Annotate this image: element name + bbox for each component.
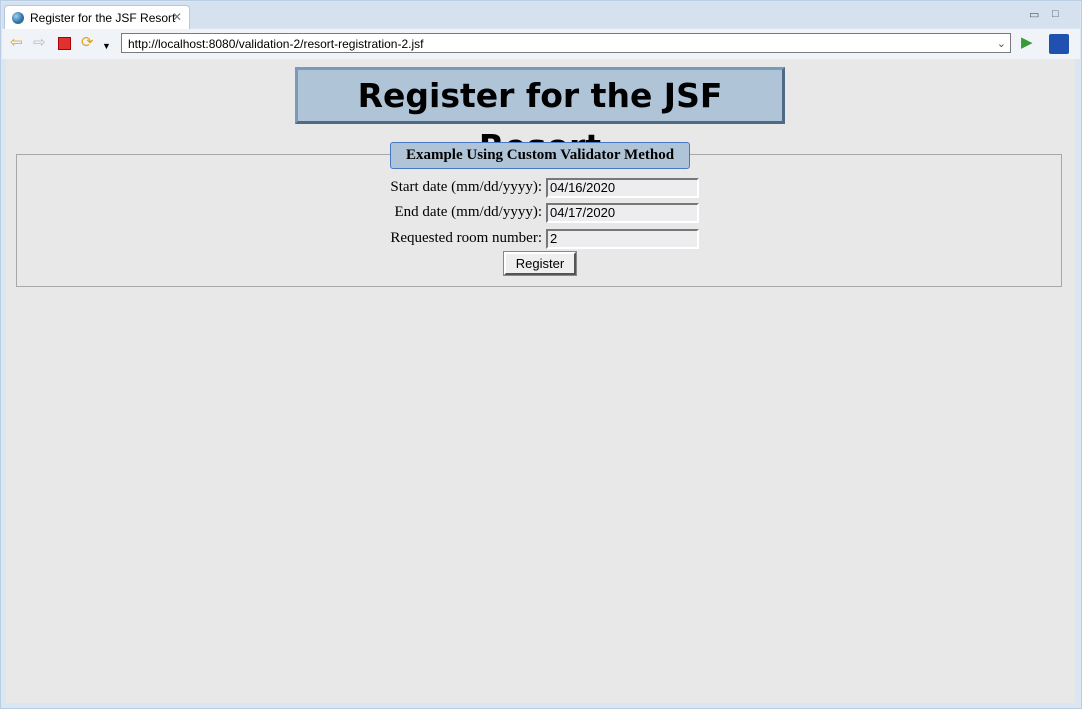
maximize-icon[interactable]: □ — [1052, 8, 1059, 20]
refresh-icon[interactable]: ⟳ — [81, 35, 94, 51]
minimize-icon[interactable]: ▭ — [1029, 8, 1039, 21]
fieldset-legend: Example Using Custom Validator Method — [390, 142, 690, 169]
room-number-label: Requested room number: — [390, 230, 542, 246]
start-date-label: Start date (mm/dd/yyyy): — [390, 179, 542, 195]
page-title: Register for the JSF Resort — [295, 67, 785, 166]
room-number-input[interactable]: 2 — [546, 229, 699, 249]
back-icon[interactable]: ⇦ — [10, 35, 23, 51]
end-date-input[interactable]: 04/17/2020 — [546, 203, 699, 223]
url-text: http://localhost:8080/validation-2/resor… — [128, 37, 424, 51]
tab-bar: Register for the JSF Resort ✕ ▭ □ — [2, 2, 1080, 30]
globe-icon — [12, 12, 24, 24]
forward-icon[interactable]: ⇨ — [33, 35, 46, 51]
browser-tab[interactable]: Register for the JSF Resort ✕ — [4, 5, 190, 30]
end-date-label: End date (mm/dd/yyyy): — [394, 204, 542, 220]
dropdown-icon[interactable]: ▼ — [102, 38, 111, 54]
browser-window: Register for the JSF Resort ✕ ▭ □ ⇦ ⇨ ⟳ … — [0, 0, 1082, 709]
page-content: Register for the JSF Resort Example Usin… — [6, 59, 1075, 703]
register-button[interactable]: Register — [503, 251, 577, 276]
go-icon[interactable]: ▶ — [1021, 35, 1033, 51]
close-tab-icon[interactable]: ✕ — [172, 10, 182, 24]
eclipse-icon[interactable] — [1049, 34, 1069, 54]
browser-toolbar: ⇦ ⇨ ⟳ ▼ http://localhost:8080/validation… — [2, 29, 1080, 59]
stop-icon[interactable] — [58, 37, 71, 50]
chevron-down-icon[interactable]: ⌄ — [997, 34, 1006, 54]
tab-title: Register for the JSF Resort — [30, 11, 176, 25]
start-date-input[interactable]: 04/16/2020 — [546, 178, 699, 198]
url-bar[interactable]: http://localhost:8080/validation-2/resor… — [121, 33, 1011, 53]
